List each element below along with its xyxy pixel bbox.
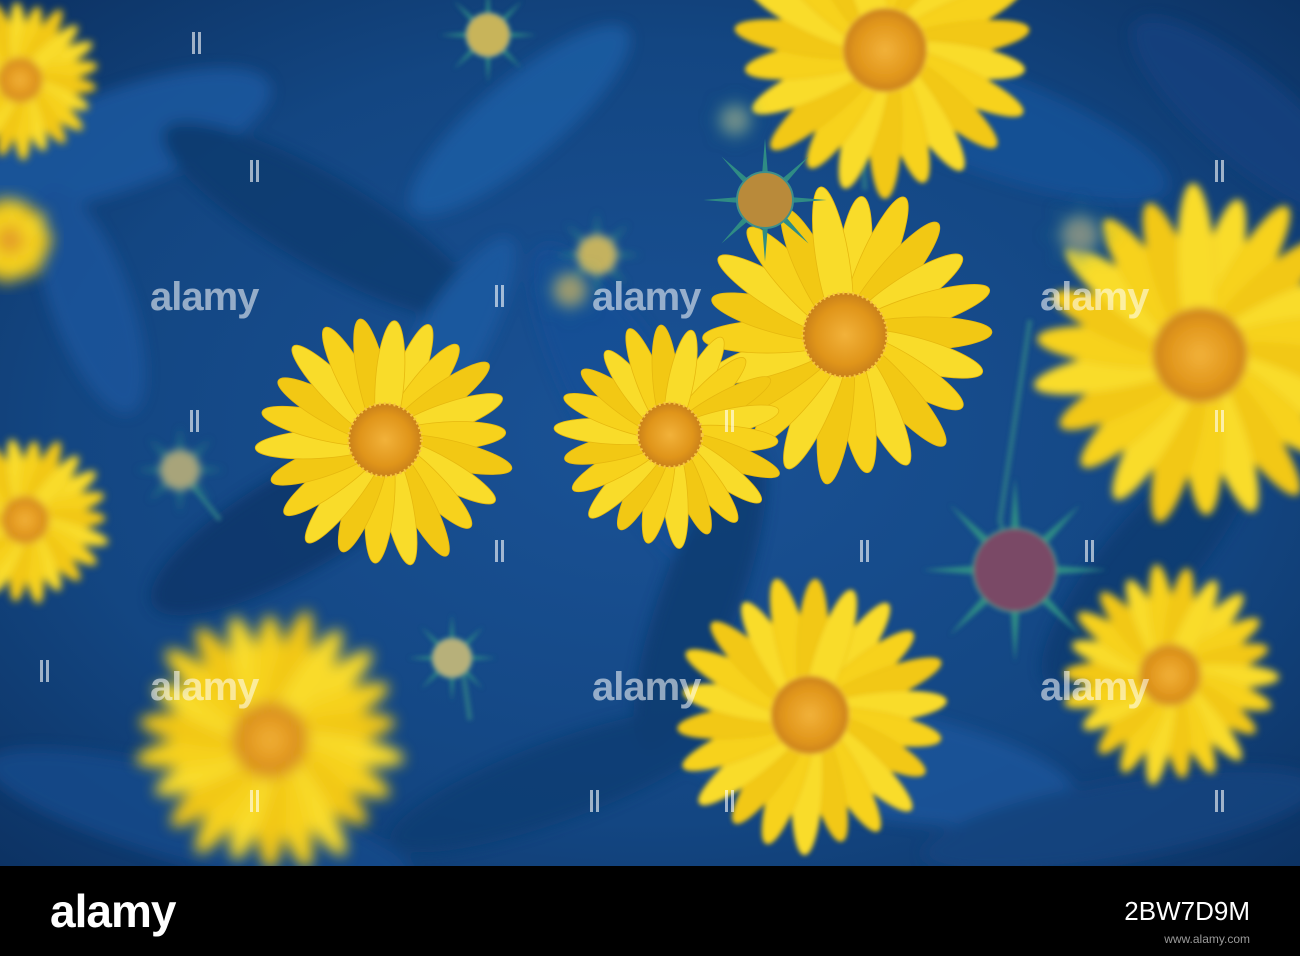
watermark-tick: [1215, 160, 1229, 182]
watermark-tick: [190, 410, 204, 432]
flower-scene: [0, 0, 1300, 866]
watermark-text: alamy: [150, 275, 259, 319]
flower-photo: alamy alamy alamy alamy alamy alamy: [0, 0, 1300, 866]
flower-bud: [704, 89, 766, 151]
watermark-text: alamy: [1040, 275, 1149, 319]
stock-photo-page: alamy alamy alamy alamy alamy alamy alamy 2BW…: [0, 0, 1300, 956]
watermark-tick: [860, 540, 874, 562]
watermark-tick: [250, 160, 264, 182]
flower-bud: [922, 477, 1108, 663]
watermark-text: alamy: [150, 665, 259, 709]
flower-bud: [136, 426, 224, 514]
flower-center: [232, 702, 308, 778]
watermark-text: alamy: [592, 665, 701, 709]
watermark-tick: [1215, 410, 1229, 432]
flower-bud: [408, 614, 496, 702]
watermark-tick: [1085, 540, 1099, 562]
watermark-tick: [725, 410, 739, 432]
watermark-tick: [495, 540, 509, 562]
flower-bud: [703, 138, 827, 262]
watermark-tick: [1215, 790, 1229, 812]
site-url: www.alamy.com: [1164, 932, 1250, 946]
watermark-tick: [250, 790, 264, 812]
brand-logo: alamy: [50, 885, 176, 937]
watermark-text: alamy: [592, 275, 701, 319]
watermark-tick: [40, 660, 54, 682]
watermark-text: alamy: [1040, 665, 1149, 709]
watermark-tick: [590, 790, 604, 812]
image-id: 2BW7D9M: [1124, 896, 1250, 926]
footer-bar: alamy 2BW7D9M www.alamy.com: [0, 866, 1300, 956]
watermark-tick: [192, 32, 206, 54]
watermark-tick: [495, 285, 509, 307]
watermark-tick: [725, 790, 739, 812]
flower-bud: [1040, 195, 1120, 275]
